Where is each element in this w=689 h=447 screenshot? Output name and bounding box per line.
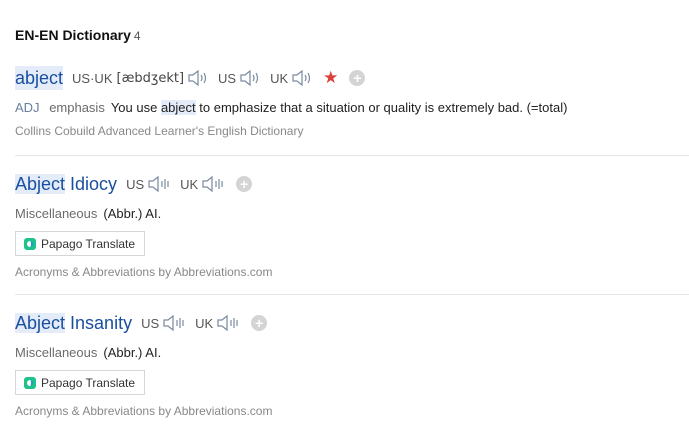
speaker-icon[interactable] xyxy=(162,314,186,332)
section-title: EN-EN Dictionary xyxy=(15,27,131,43)
category-label: Miscellaneous xyxy=(15,206,98,221)
papago-translate-button[interactable]: Papago Translate xyxy=(15,370,146,395)
speaker-icon[interactable] xyxy=(291,69,313,87)
headword-rest: Idiocy xyxy=(65,174,118,194)
speaker-icon[interactable] xyxy=(147,175,171,193)
papago-translate-button[interactable]: Papago Translate xyxy=(15,231,146,256)
grammar-note: emphasis xyxy=(49,100,105,115)
source-label[interactable]: Acronyms & Abbreviations by Abbreviation… xyxy=(15,265,689,279)
section-header: EN-EN Dictionary 4 xyxy=(15,27,141,43)
uk-label: UK xyxy=(270,70,289,86)
papago-logo-icon xyxy=(24,237,36,250)
definition-text-before: You use xyxy=(110,100,161,115)
us-label: US xyxy=(218,70,237,86)
add-icon[interactable]: + xyxy=(236,176,253,192)
papago-logo-icon xyxy=(24,376,36,389)
dictionary-panel: EN-EN Dictionary 4 abject US·UK [æbdʒekt]… xyxy=(0,0,689,447)
ipa-text: [æbdʒekt] xyxy=(116,70,185,86)
entry-abject-idiocy: Abject Idiocy US UK + Miscellaneous (Abbr… xyxy=(15,172,689,279)
definition-text-after: to emphasize that a situation or quality… xyxy=(195,100,568,115)
headword-highlight: Abject xyxy=(15,174,66,194)
category-label: Miscellaneous xyxy=(15,345,98,360)
uk-label: UK xyxy=(180,176,199,192)
source-label[interactable]: Acronyms & Abbreviations by Abbreviation… xyxy=(15,404,689,418)
papago-translate-label: Papago Translate xyxy=(41,375,136,390)
divider xyxy=(15,294,689,295)
headword-highlight: Abject xyxy=(15,313,66,333)
entry-abject: abject US·UK [æbdʒekt] US UK ★ + ADJ emp… xyxy=(15,66,689,138)
pron-us-uk-label: US·UK xyxy=(72,70,113,86)
abbreviation-text: (Abbr.) AI. xyxy=(103,206,162,221)
star-icon[interactable]: ★ xyxy=(323,68,338,88)
add-icon[interactable]: + xyxy=(251,315,268,331)
speaker-icon[interactable] xyxy=(201,175,225,193)
headword[interactable]: Abject Insanity xyxy=(15,311,132,335)
source-label[interactable]: Collins Cobuild Advanced Learner's Engli… xyxy=(15,124,689,138)
abbreviation-text: (Abbr.) AI. xyxy=(103,345,162,360)
speaker-icon[interactable] xyxy=(239,69,261,87)
headword-rest: Insanity xyxy=(65,313,133,333)
sense-line: ADJ emphasis You use abject to emphasize … xyxy=(15,100,689,115)
headword[interactable]: Abject Idiocy xyxy=(15,172,117,196)
divider xyxy=(15,155,689,156)
misc-line: Miscellaneous (Abbr.) AI. xyxy=(15,206,689,221)
misc-line: Miscellaneous (Abbr.) AI. xyxy=(15,345,689,360)
part-of-speech: ADJ xyxy=(15,100,40,115)
add-icon[interactable]: + xyxy=(349,70,366,86)
result-count: 4 xyxy=(133,29,141,43)
uk-label: UK xyxy=(195,315,214,331)
papago-translate-label: Papago Translate xyxy=(41,236,136,251)
definition-highlight: abject xyxy=(160,100,196,115)
us-label: US xyxy=(126,176,145,192)
speaker-icon[interactable] xyxy=(187,69,209,87)
us-label: US xyxy=(141,315,160,331)
headword[interactable]: abject xyxy=(15,66,64,90)
speaker-icon[interactable] xyxy=(216,314,240,332)
entry-abject-insanity: Abject Insanity US UK + Miscellaneous (Ab… xyxy=(15,311,689,418)
